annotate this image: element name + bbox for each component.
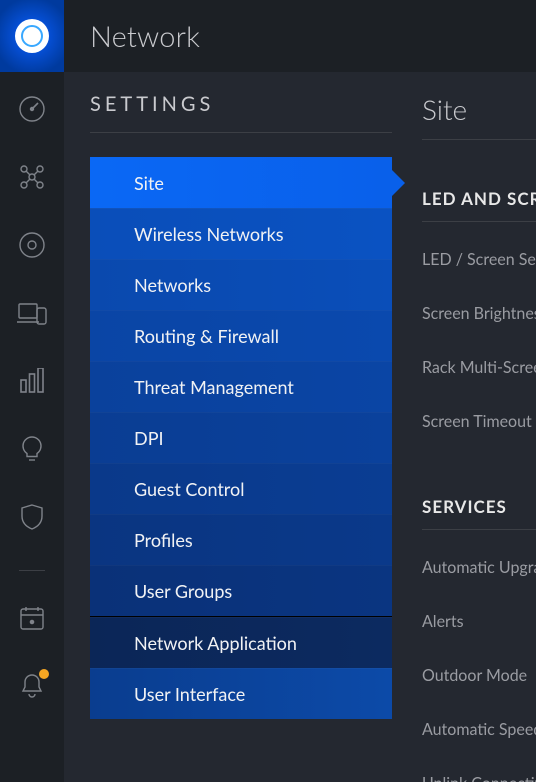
menu-item-profiles[interactable]: Profiles (90, 514, 392, 565)
field-automatic-speed-test: Automatic Speed Test (422, 720, 536, 739)
field-uplink-connectivity: Uplink Connectivity Monitor (422, 774, 536, 782)
menu-item-label: Network Application (134, 632, 297, 654)
menu-item-label: Wireless Networks (134, 223, 284, 245)
dashboard-icon[interactable] (17, 94, 47, 124)
menu-item-threat-management[interactable]: Threat Management (90, 361, 392, 412)
menu-item-wireless-networks[interactable]: Wireless Networks (90, 208, 392, 259)
menu-item-label: Site (134, 172, 164, 194)
menu-item-user-interface[interactable]: User Interface (90, 668, 392, 719)
menu-item-network-application[interactable]: Network Application (90, 617, 392, 668)
notification-dot-icon (39, 669, 49, 679)
statistics-icon[interactable] (17, 366, 47, 396)
menu-item-label: Profiles (134, 529, 193, 551)
menu-item-routing-firewall[interactable]: Routing & Firewall (90, 310, 392, 361)
field-led-screen: LED / Screen Settings (422, 250, 536, 269)
menu-item-networks[interactable]: Networks (90, 259, 392, 310)
menu-item-label: DPI (134, 427, 164, 449)
logo-ring-icon (21, 25, 43, 47)
field-outdoor-mode: Outdoor Mode (422, 666, 536, 685)
app-header: Network (0, 0, 536, 72)
menu-item-label: Routing & Firewall (134, 325, 279, 347)
app-logo[interactable] (0, 0, 64, 72)
menu-item-label: Networks (134, 274, 211, 296)
page-title: Site (422, 92, 536, 140)
iconbar-divider (19, 570, 45, 571)
app-title: Network (90, 19, 200, 54)
shield-icon[interactable] (17, 502, 47, 532)
menu-item-label: User Interface (134, 683, 245, 705)
menu-item-dpi[interactable]: DPI (90, 412, 392, 463)
menu-item-guest-control[interactable]: Guest Control (90, 463, 392, 514)
settings-heading: SETTINGS (90, 92, 392, 133)
topology-icon[interactable] (17, 162, 47, 192)
section-heading-services: SERVICES (422, 496, 536, 530)
logo-circle-icon (15, 19, 49, 53)
devices-icon[interactable] (17, 298, 47, 328)
field-automatic-upgrades: Automatic Upgrades (422, 558, 536, 577)
settings-column: SETTINGS Site Wireless Networks Networks… (64, 72, 380, 782)
menu-item-label: Threat Management (134, 376, 294, 398)
settings-menu: Site Wireless Networks Networks Routing … (90, 157, 392, 719)
menu-item-site[interactable]: Site (90, 157, 392, 208)
target-icon[interactable] (17, 230, 47, 260)
field-rack-multi-screen: Rack Multi-Screen Mounting (422, 358, 536, 377)
section-heading-led: LED AND SCREEN SETTINGS (422, 188, 536, 222)
menu-item-user-groups[interactable]: User Groups (90, 565, 392, 616)
field-alerts: Alerts (422, 612, 536, 631)
field-screen-timeout: Screen Timeout (422, 412, 536, 431)
menu-item-label: Guest Control (134, 478, 244, 500)
left-iconbar (0, 72, 64, 782)
events-icon[interactable] (17, 603, 47, 633)
menu-item-label: User Groups (134, 580, 232, 602)
field-screen-brightness: Screen Brightness (422, 304, 536, 323)
insights-icon[interactable] (17, 434, 47, 464)
alerts-bell-icon[interactable] (17, 671, 47, 701)
